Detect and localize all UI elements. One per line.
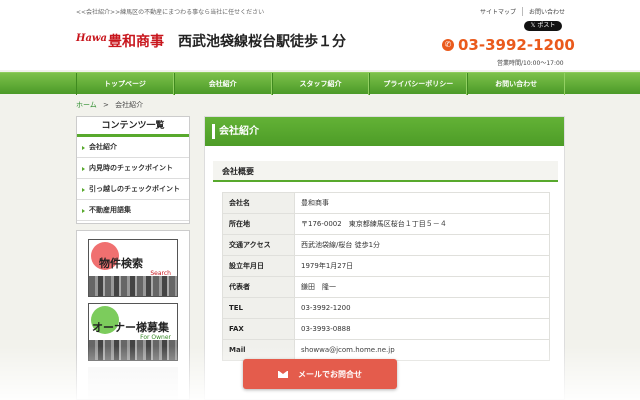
row-value: 1979年1月27日: [294, 255, 550, 277]
phone-number: 03-3992-1200: [458, 36, 575, 54]
sidebar-title: コンテンツ一覧: [77, 117, 189, 137]
banner-title: 物件検索: [99, 257, 143, 270]
breadcrumb: ホーム > 会社紹介: [76, 100, 143, 110]
site-header: <<会社紹介>>練馬区の不動産にまつわる事なら当社に任せください サイトマップ …: [0, 0, 640, 70]
table-row: 交通アクセス 西武池袋線/桜台 徒歩1分: [222, 234, 550, 256]
row-value: 〒176-0002 東京都練馬区桜台１丁目５－４: [294, 213, 550, 235]
table-row: FAX 03-3993-0888: [222, 318, 550, 340]
company-info-table: 会社名 豊和商事 所在地 〒176-0002 東京都練馬区桜台１丁目５－４ 交通アク…: [222, 192, 550, 361]
banner-property-search[interactable]: 物件検索 Search: [88, 239, 178, 297]
row-value: 西武池袋線/桜台 徒歩1分: [294, 234, 550, 256]
phone-block[interactable]: ✆ 03-3992-1200: [442, 36, 575, 54]
header-links: サイトマップ お問い合わせ: [474, 7, 571, 16]
nav-privacy[interactable]: プライバシーポリシー: [369, 73, 468, 95]
sidebar-item-glossary[interactable]: 不動産用語集: [77, 200, 189, 221]
logo-subtitle: 西武池袋線桜台駅徒歩１分: [178, 34, 346, 50]
banner-title: オーナー様募集: [92, 321, 169, 334]
sitemap-link[interactable]: サイトマップ: [474, 7, 524, 16]
city-skyline-image: [89, 276, 177, 296]
mail-contact-button[interactable]: メールでお問合せ: [243, 359, 397, 389]
mail-contact-label: メールでお問合せ: [298, 369, 362, 379]
phone-icon: ✆: [442, 39, 454, 51]
section-heading: 会社概要: [213, 161, 558, 182]
breadcrumb-separator: >: [103, 101, 109, 109]
row-key: 会社名: [222, 192, 295, 214]
main-nav: トップページ 会社紹介 スタッフ紹介 プライバシーポリシー お問い合わせ: [0, 72, 640, 95]
row-key: 所在地: [222, 213, 295, 235]
row-value: 03-3993-0888: [294, 318, 550, 340]
table-row: 所在地 〒176-0002 東京都練馬区桜台１丁目５－４: [222, 213, 550, 235]
sidebar-item-viewing-checkpoints[interactable]: 内見時のチェックポイント: [77, 158, 189, 179]
table-row: TEL 03-3992-1200: [222, 297, 550, 319]
nav-top[interactable]: トップページ: [76, 73, 174, 95]
sidebar-item-company[interactable]: 会社紹介: [77, 137, 189, 158]
nav-staff[interactable]: スタッフ紹介: [271, 73, 370, 95]
contact-link[interactable]: お問い合わせ: [523, 7, 571, 16]
row-key: 代表者: [222, 276, 295, 298]
row-value: 鎌田 隆一: [294, 276, 550, 298]
sidebar-item-moving-checkpoints[interactable]: 引っ越しのチェックポイント: [77, 179, 189, 200]
row-key: FAX: [222, 318, 295, 340]
nav-contact[interactable]: お問い合わせ: [467, 73, 565, 95]
mail-icon: [278, 370, 288, 378]
logo-text[interactable]: 豊和商事: [108, 31, 164, 51]
page-title: 会社紹介: [205, 117, 564, 146]
table-row: 会社名 豊和商事: [222, 192, 550, 214]
row-key: TEL: [222, 297, 295, 319]
sidebar-contents: コンテンツ一覧 会社紹介 内見時のチェックポイント 引っ越しのチェックポイント …: [76, 116, 190, 224]
breadcrumb-home[interactable]: ホーム: [76, 101, 97, 109]
row-key: 交通アクセス: [222, 234, 295, 256]
table-row: 代表者 鎌田 隆一: [222, 276, 550, 298]
site-tagline: <<会社紹介>>練馬区の不動産にまつわる事なら当社に任せください: [76, 9, 265, 16]
logo-mark[interactable]: Hawa: [76, 33, 107, 44]
row-value: 03-3992-1200: [294, 297, 550, 319]
row-value: 豊和商事: [294, 192, 550, 214]
row-key: 設立年月日: [222, 255, 295, 277]
post-label: ポスト: [537, 22, 556, 29]
table-row: 設立年月日 1979年1月27日: [222, 255, 550, 277]
nav-company[interactable]: 会社紹介: [173, 73, 272, 95]
business-hours: 営業時間/10:00～17:00: [497, 60, 564, 67]
x-post-button[interactable]: 𝕏 ポスト: [524, 21, 562, 31]
breadcrumb-current: 会社紹介: [115, 101, 144, 109]
